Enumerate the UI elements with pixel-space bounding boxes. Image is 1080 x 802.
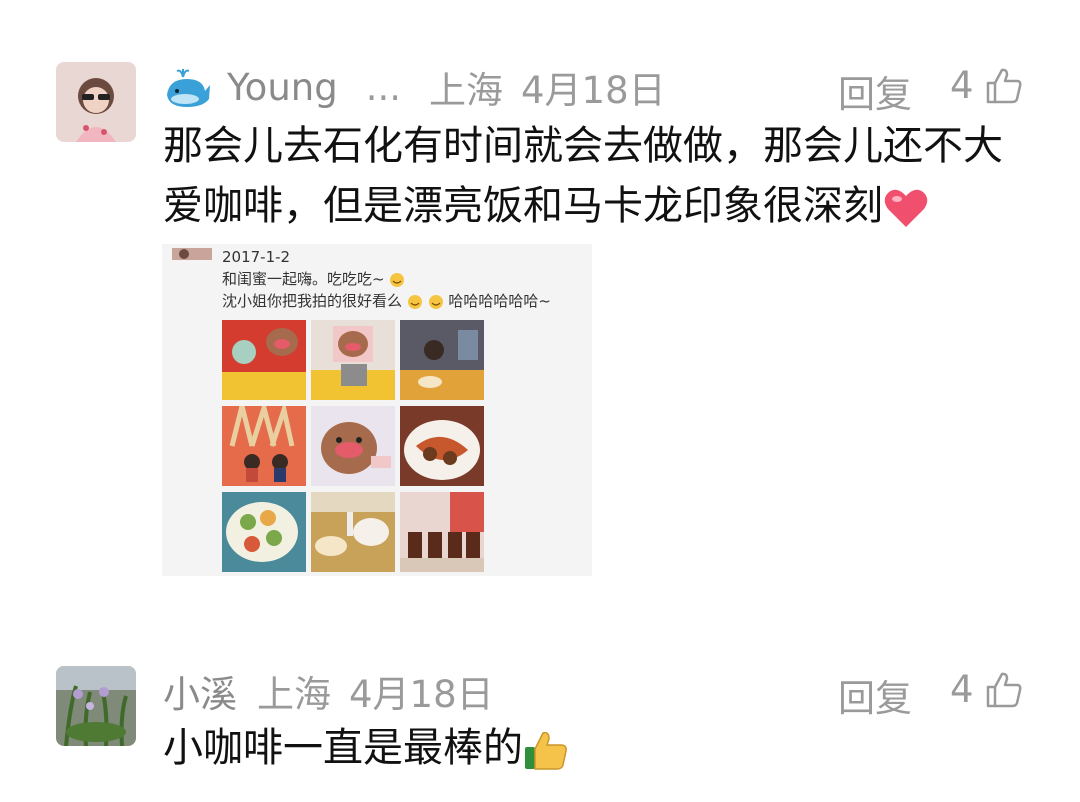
- date: 4月18日: [521, 69, 666, 112]
- location: 上海: [257, 673, 331, 716]
- smile-emoji-icon: [407, 294, 422, 309]
- photo-thumbnail[interactable]: [311, 320, 395, 400]
- smile-emoji-icon: [390, 272, 405, 287]
- photo-thumbnail[interactable]: [400, 406, 484, 486]
- attached-caption-line: 沈小姐你把我拍的很好看么 哈哈哈哈哈哈~: [222, 290, 551, 311]
- like-count: 4: [950, 64, 974, 107]
- comment-text-line: 爱咖啡，但是漂亮饭和马卡龙印象很深刻: [163, 176, 1033, 236]
- heart-icon: [884, 189, 928, 227]
- attached-caption-line: 和闺蜜一起嗨。吃吃吃~: [222, 268, 405, 289]
- small-avatar-icon: [172, 248, 212, 260]
- photo-thumbnail[interactable]: [400, 492, 484, 572]
- comment-item: Young ... 上海 4月18日 回复 4 那会儿去石化有时间就会去做做，那…: [0, 0, 1080, 600]
- thumbs-up-emoji-icon: [525, 731, 567, 770]
- photo-thumbnail[interactable]: [311, 492, 395, 572]
- attached-caption-text: 和闺蜜一起嗨。吃吃吃~: [222, 270, 385, 288]
- comment-text-line-content: 爱咖啡，但是漂亮饭和马卡龙印象很深刻: [163, 183, 883, 229]
- avatar[interactable]: [56, 666, 136, 746]
- date: 4月18日: [349, 673, 494, 716]
- comment-text-content: 小咖啡一直是最棒的: [163, 725, 523, 771]
- photo-thumbnail[interactable]: [222, 406, 306, 486]
- reply-button[interactable]: 回复: [838, 668, 912, 722]
- comment-text: 小咖啡一直是最棒的: [163, 718, 1033, 778]
- attached-caption-text: 沈小姐你把我拍的很好看么: [222, 292, 403, 310]
- whale-icon: [167, 69, 210, 107]
- comment-meta: 小溪 上海 4月18日: [163, 666, 522, 716]
- attached-image[interactable]: 2017-1-2 和闺蜜一起嗨。吃吃吃~ 沈小姐你把我拍的很好看么 哈哈哈哈哈哈…: [162, 244, 592, 576]
- location: 上海: [429, 69, 504, 112]
- smile-emoji-icon: [428, 294, 443, 309]
- comment-meta: Young ... 上海 4月18日: [163, 62, 694, 112]
- photo-thumbnail[interactable]: [400, 320, 484, 400]
- comment-text: 那会儿去石化有时间就会去做做，那会儿还不大 爱咖啡，但是漂亮饭和马卡龙印象很深刻: [163, 116, 1033, 236]
- thumbs-up-icon[interactable]: [984, 66, 1024, 106]
- username-ellipsis: ...: [365, 65, 402, 109]
- reply-button[interactable]: 回复: [838, 64, 912, 118]
- photo-thumbnail[interactable]: [222, 320, 306, 400]
- comment-item: 小溪 上海 4月18日 回复 4 小咖啡一直是最棒的: [0, 600, 1080, 802]
- attached-caption-tail: 哈哈哈哈哈哈~: [448, 292, 551, 310]
- photo-thumbnail[interactable]: [311, 406, 395, 486]
- photo-grid: [222, 320, 484, 572]
- like-count: 4: [950, 668, 974, 711]
- avatar[interactable]: [56, 62, 136, 142]
- username[interactable]: Young: [227, 66, 338, 109]
- thumbs-up-icon[interactable]: [984, 670, 1024, 710]
- comment-text-line: 那会儿去石化有时间就会去做做，那会儿还不大: [163, 123, 1003, 169]
- attached-date: 2017-1-2: [222, 248, 291, 266]
- username[interactable]: 小溪: [163, 664, 237, 718]
- photo-thumbnail[interactable]: [222, 492, 306, 572]
